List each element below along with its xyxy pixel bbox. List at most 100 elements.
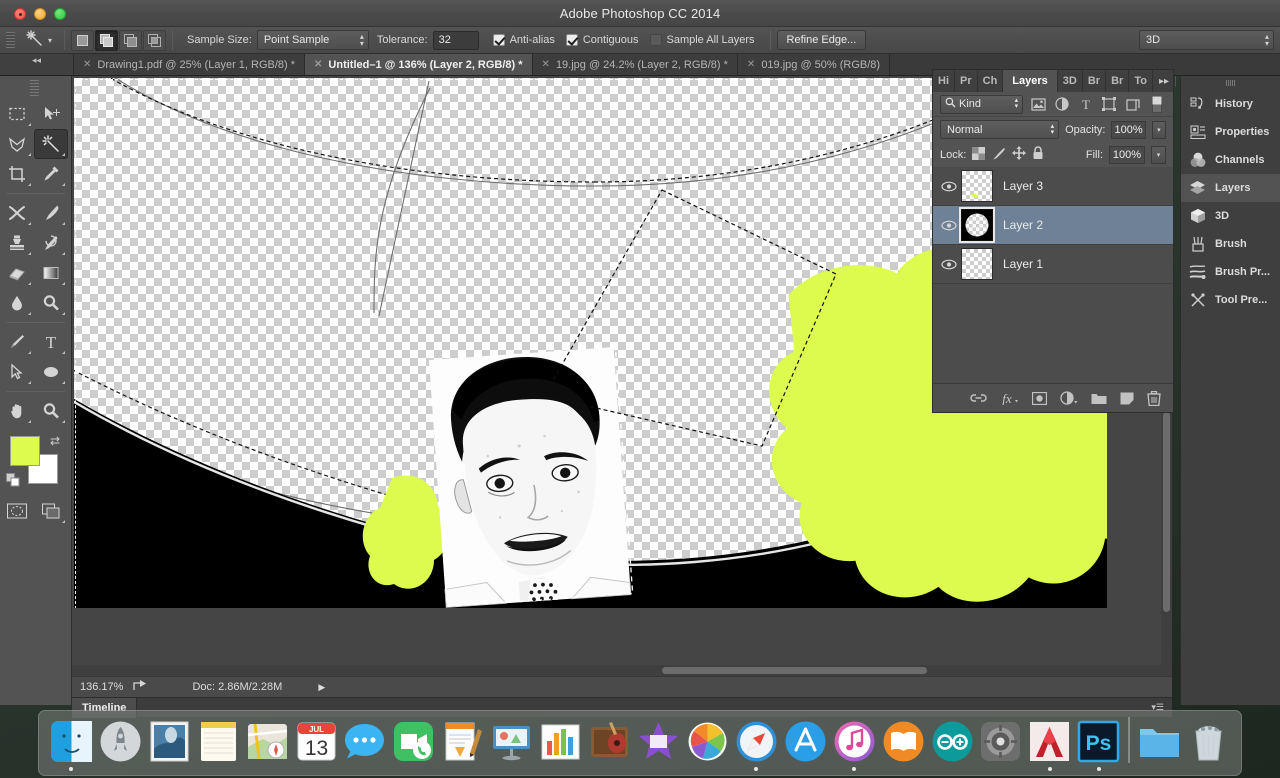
- lock-position-icon[interactable]: [1012, 146, 1027, 163]
- close-icon[interactable]: ✕: [83, 59, 91, 70]
- scrollbar-thumb[interactable]: [662, 667, 927, 674]
- type-tool[interactable]: T: [34, 327, 68, 357]
- panel-tab-brush-presets[interactable]: Br: [1106, 70, 1130, 92]
- new-layer-icon[interactable]: [1120, 392, 1134, 405]
- dock-item-autocad[interactable]: [1025, 716, 1074, 771]
- blur-tool[interactable]: [0, 288, 34, 318]
- panel-tab-3d[interactable]: 3D: [1058, 70, 1083, 92]
- default-colors-icon[interactable]: [6, 473, 20, 490]
- caret-down-icon[interactable]: ▾: [48, 36, 52, 45]
- layer-row-layer3[interactable]: Layer 3: [933, 167, 1173, 206]
- close-icon[interactable]: ✕: [314, 59, 322, 70]
- document-tab-untitled1[interactable]: ✕ Untitled–1 @ 136% (Layer 2, RGB/8) *: [305, 54, 533, 75]
- layer-thumbnail[interactable]: [961, 170, 993, 202]
- filter-kind-dropdown[interactable]: Kind ▴ ▾: [940, 94, 1024, 114]
- close-button[interactable]: [14, 7, 26, 20]
- lasso-tool[interactable]: [0, 129, 34, 159]
- close-icon[interactable]: ✕: [542, 59, 550, 70]
- options-bar-grip[interactable]: [6, 31, 15, 49]
- active-tool-indicator[interactable]: ▾: [19, 29, 58, 52]
- canvas-horizontal-scrollbar[interactable]: [72, 665, 1172, 676]
- dock-item-garageband[interactable]: [585, 716, 634, 771]
- dock-item-calendar[interactable]: JUL 13: [292, 716, 341, 771]
- sample-size-dropdown[interactable]: Point Sample ▴ ▾: [256, 30, 369, 50]
- layer-visibility-icon[interactable]: [937, 259, 961, 270]
- layer-visibility-icon[interactable]: [937, 181, 961, 192]
- filter-shape-layers-icon[interactable]: [1101, 95, 1119, 114]
- new-selection-button[interactable]: [71, 29, 95, 51]
- share-icon[interactable]: [133, 679, 148, 695]
- new-adjustment-layer-icon[interactable]: [1060, 391, 1078, 405]
- contiguous-checkbox[interactable]: Contiguous: [565, 34, 639, 46]
- dock-item-maps[interactable]: [243, 716, 292, 771]
- document-tab-019jpg[interactable]: ✕ 019.jpg @ 50% (RGB/8): [737, 54, 891, 75]
- fill-input[interactable]: 100%: [1109, 145, 1145, 164]
- filter-type-layers-icon[interactable]: T: [1077, 95, 1095, 114]
- panel-tab-properties[interactable]: Pr: [955, 70, 978, 92]
- refine-edge-button[interactable]: Refine Edge...: [776, 30, 867, 50]
- dock-item-numbers[interactable]: [536, 716, 585, 771]
- maximize-button[interactable]: [54, 7, 66, 20]
- dock-item-trash[interactable]: [1184, 716, 1233, 771]
- pen-tool[interactable]: [0, 327, 34, 357]
- layer-style-fx-icon[interactable]: fx: [1000, 391, 1019, 405]
- crop-tool[interactable]: [0, 159, 34, 189]
- panel-tab-tool-presets[interactable]: To: [1129, 70, 1153, 92]
- magic-wand-tool[interactable]: [34, 129, 68, 159]
- lock-image-pixels-icon[interactable]: [991, 147, 1006, 163]
- canvas-vertical-scrollbar[interactable]: [1161, 406, 1172, 676]
- panel-tab-channels[interactable]: Ch: [978, 70, 1004, 92]
- filter-toggle-switch[interactable]: [1148, 95, 1166, 114]
- close-icon[interactable]: ✕: [747, 59, 755, 70]
- dock-item-imovie[interactable]: [634, 716, 683, 771]
- dock-item-photos[interactable]: [683, 716, 732, 771]
- dock-item-messages[interactable]: [341, 716, 390, 771]
- zoom-tool[interactable]: [34, 396, 68, 426]
- dock-item-history[interactable]: History: [1181, 90, 1280, 118]
- layer-row-layer1[interactable]: Layer 1: [933, 245, 1173, 284]
- filter-smart-object-icon[interactable]: [1124, 95, 1142, 114]
- dodge-tool[interactable]: [34, 288, 68, 318]
- anti-alias-checkbox[interactable]: Anti-alias: [492, 34, 555, 46]
- panel-tab-layers[interactable]: Layers: [1003, 70, 1058, 92]
- spot-healing-brush-tool[interactable]: [0, 198, 34, 228]
- document-tab-19jpg[interactable]: ✕ 19.jpg @ 24.2% (Layer 2, RGB/8) *: [532, 54, 738, 75]
- clone-stamp-tool[interactable]: [0, 228, 34, 258]
- dock-item-brush[interactable]: Brush: [1181, 230, 1280, 258]
- dock-item-photo-booth[interactable]: [145, 716, 194, 771]
- eraser-tool[interactable]: [0, 258, 34, 288]
- sample-all-layers-checkbox[interactable]: Sample All Layers: [649, 34, 755, 46]
- blend-mode-dropdown[interactable]: Normal ▴ ▾: [940, 120, 1060, 139]
- right-dock-grip[interactable]: [1225, 80, 1236, 86]
- triangle-right-icon[interactable]: ▶: [318, 682, 325, 693]
- dock-item-app-store[interactable]: [781, 716, 830, 771]
- dock-item-photoshop[interactable]: Ps: [1074, 716, 1123, 771]
- dock-item-properties[interactable]: Properties: [1181, 118, 1280, 146]
- dock-item-brush-presets[interactable]: Brush Pr...: [1181, 258, 1280, 286]
- opacity-input[interactable]: 100%: [1111, 120, 1146, 139]
- swap-colors-icon[interactable]: ⇄: [50, 434, 60, 448]
- dock-item-arduino[interactable]: [928, 716, 977, 771]
- add-to-selection-button[interactable]: [95, 29, 119, 51]
- path-selection-tool[interactable]: [0, 357, 34, 387]
- screen-mode-icon[interactable]: [34, 496, 68, 526]
- move-tool[interactable]: [34, 99, 68, 129]
- opacity-stepper[interactable]: ▾: [1151, 120, 1166, 139]
- layer-thumbnail[interactable]: [961, 248, 993, 280]
- dock-item-itunes[interactable]: [830, 716, 879, 771]
- dock-item-safari[interactable]: [732, 716, 781, 771]
- layer-thumbnail[interactable]: [959, 207, 995, 243]
- panel-tab-history[interactable]: Hi: [933, 70, 955, 92]
- minimize-button[interactable]: [34, 7, 46, 20]
- lock-all-icon[interactable]: [1032, 146, 1044, 163]
- tolerance-input[interactable]: 32: [432, 30, 479, 50]
- double-chevron-right-icon[interactable]: ▸▸: [1159, 76, 1169, 87]
- dock-item-pages[interactable]: [438, 716, 487, 771]
- fill-stepper[interactable]: ▾: [1151, 145, 1166, 164]
- dock-item-channels[interactable]: Channels: [1181, 146, 1280, 174]
- layer-visibility-icon[interactable]: [937, 220, 961, 231]
- tools-panel-grip[interactable]: [30, 80, 39, 96]
- dock-item-downloads-folder[interactable]: [1135, 716, 1184, 771]
- dock-item-3d[interactable]: 3D: [1181, 202, 1280, 230]
- quick-mask-icon[interactable]: [0, 496, 34, 526]
